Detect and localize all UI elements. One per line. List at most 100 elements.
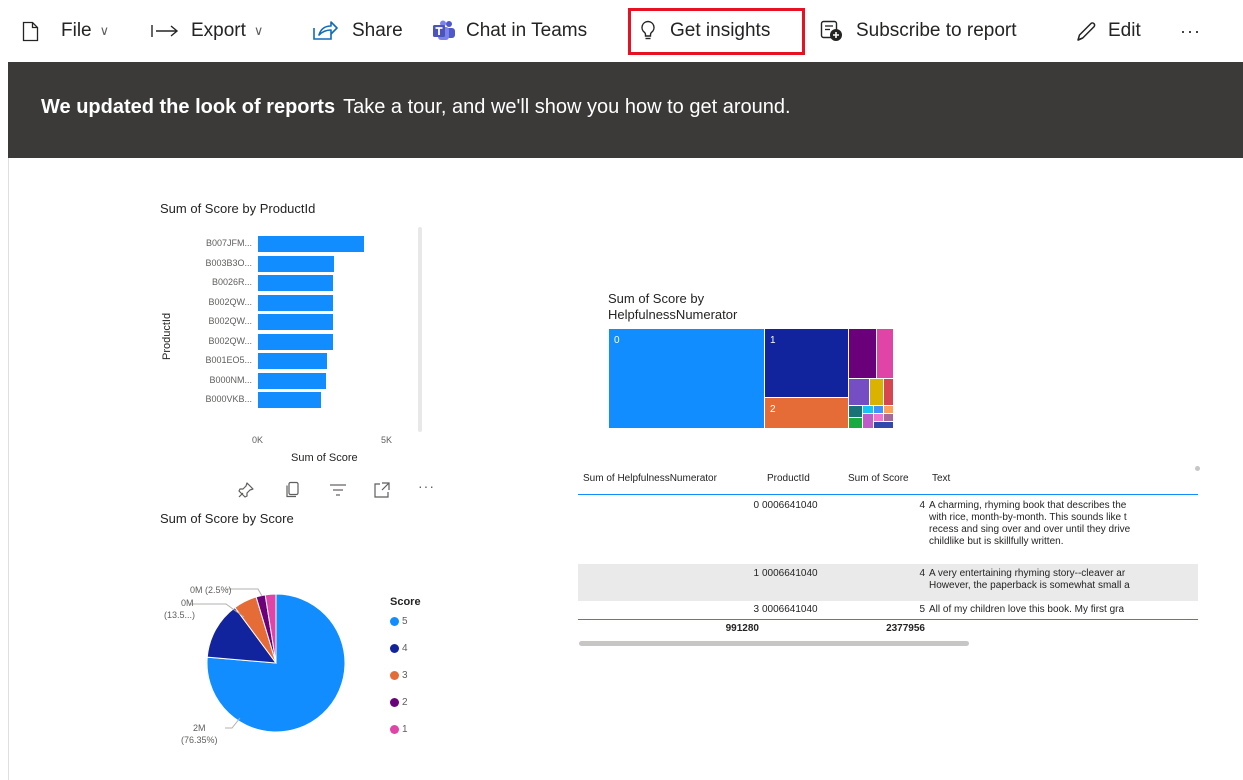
treemap-cell[interactable]	[884, 406, 893, 413]
more-options-button[interactable]: ···	[1180, 14, 1201, 48]
bar-category-label: B002QW...	[208, 296, 252, 307]
bar-chart-title: Sum of Score by ProductId	[160, 201, 316, 216]
pie-slice[interactable]	[264, 593, 277, 664]
legend-item[interactable]: 4	[390, 643, 408, 654]
share-label: Share	[352, 20, 403, 41]
table-row[interactable]: 1 0006641040 4 A very entertaining rhymi…	[578, 564, 1198, 601]
chat-in-teams-button[interactable]: Chat in Teams	[432, 14, 587, 48]
table-header-text[interactable]: Text	[932, 473, 950, 484]
table-header-productid[interactable]: ProductId	[767, 473, 810, 484]
subscribe-button[interactable]: Subscribe to report	[820, 14, 1017, 48]
bar[interactable]	[258, 294, 333, 311]
chevron-down-icon: ∨	[253, 23, 264, 38]
legend-label: 5	[402, 616, 408, 627]
total-score: 2377956	[886, 623, 925, 634]
bar[interactable]	[258, 353, 327, 369]
edit-label: Edit	[1108, 20, 1141, 41]
cell-text: All of my children love this book. My fi…	[929, 604, 1198, 616]
treemap-cell[interactable]	[874, 422, 893, 428]
bar[interactable]	[258, 275, 333, 291]
banner-message: We updated the look of reports Take a tou…	[41, 96, 791, 119]
pie-slice[interactable]	[206, 606, 278, 664]
filter-icon[interactable]	[329, 481, 347, 504]
pie-label: (13.5...)	[164, 610, 196, 620]
chevron-down-icon: ∨	[99, 23, 110, 38]
subscribe-label: Subscribe to report	[856, 20, 1017, 41]
bar-category-label: B000NM...	[209, 374, 252, 385]
treemap-cell[interactable]	[849, 418, 862, 428]
focus-mode-icon[interactable]	[373, 481, 391, 504]
treemap-cell[interactable]	[849, 406, 862, 417]
table-row[interactable]: 3 0006641040 5 All of my children love t…	[578, 601, 1198, 619]
cell-helpfulness: 3	[753, 604, 759, 615]
file-menu[interactable]: File ∨	[22, 14, 109, 48]
table-row[interactable]: 0 0006641040 4 A charming, rhyming book …	[578, 496, 1198, 564]
pie-slice[interactable]	[206, 593, 346, 733]
bar[interactable]	[258, 333, 333, 350]
bar-category-label: B000VKB...	[205, 394, 252, 404]
totals-divider	[578, 619, 1198, 620]
legend-item[interactable]: 2	[390, 697, 408, 708]
share-icon	[312, 21, 338, 41]
legend-item[interactable]: 3	[390, 670, 408, 681]
bar[interactable]	[258, 372, 326, 389]
bar[interactable]	[258, 392, 321, 408]
treemap-cell[interactable]: 0	[609, 329, 764, 428]
legend-label: 2	[402, 697, 408, 708]
export-menu[interactable]: Export ∨	[150, 14, 263, 48]
treemap-cell[interactable]: 2	[765, 398, 848, 428]
visual-more-icon[interactable]: ···	[418, 478, 435, 494]
cell-helpfulness: 1	[753, 568, 759, 579]
bar-category-label: B0026R...	[211, 277, 252, 287]
pie-slice[interactable]	[255, 594, 277, 664]
treemap-cell[interactable]	[877, 329, 893, 378]
edit-button[interactable]: Edit	[1074, 14, 1141, 48]
legend-swatch	[390, 617, 399, 626]
treemap-cell[interactable]	[884, 379, 893, 405]
tour-banner[interactable]: We updated the look of reports Take a tou…	[8, 62, 1243, 158]
treemap-cell[interactable]	[863, 414, 873, 428]
treemap-title-line: Sum of Score by	[608, 291, 705, 306]
treemap-cell[interactable]	[884, 414, 893, 421]
pie-slice[interactable]	[234, 596, 277, 664]
copy-icon[interactable]	[285, 481, 301, 504]
x-tick: 5K	[381, 435, 393, 445]
share-button[interactable]: Share	[312, 14, 403, 48]
treemap-label: 0	[614, 335, 620, 346]
treemap-cell[interactable]	[849, 379, 869, 405]
cell-score: 5	[919, 604, 925, 615]
canvas-border	[8, 158, 9, 780]
pencil-icon	[1074, 20, 1098, 42]
banner-text: Take a tour, and we'll show you how to g…	[343, 96, 791, 118]
treemap-title: Sum of Score by HelpfulnessNumerator	[608, 291, 737, 323]
table-header-score[interactable]: Sum of Score	[848, 473, 909, 484]
treemap-cell[interactable]	[863, 406, 873, 413]
legend-swatch	[390, 698, 399, 707]
bar[interactable]	[258, 236, 364, 252]
report-toolbar: File ∨ Export ∨ Share Chat in Teams Get …	[0, 0, 1243, 62]
treemap-cell[interactable]	[874, 414, 883, 421]
pie-legend-title: Score	[390, 596, 421, 608]
treemap-cell[interactable]	[849, 329, 876, 378]
legend-item[interactable]: 5	[390, 616, 408, 627]
pie-leader-line	[225, 717, 241, 729]
text-line: recess and sing over and over until they…	[929, 524, 1131, 535]
bar[interactable]	[258, 314, 333, 330]
table-horizontal-scrollbar[interactable]	[579, 641, 969, 646]
treemap-cell[interactable]	[874, 406, 883, 413]
x-tick: 0K	[252, 435, 264, 445]
treemap-cell[interactable]: 1	[765, 329, 848, 397]
bar-category-label: B007JFM...	[205, 238, 252, 248]
cell-productid: 0006641040	[762, 568, 818, 579]
treemap-cell[interactable]	[870, 379, 883, 405]
table-header-helpfulness[interactable]: Sum of HelpfulnessNumerator	[583, 473, 717, 484]
cell-text: A very entertaining rhyming story--cleav…	[929, 568, 1198, 592]
export-label: Export	[191, 20, 246, 41]
bar-category-label: B002QW...	[208, 316, 252, 326]
text-line: A very entertaining rhyming story--cleav…	[929, 568, 1126, 579]
header-divider	[578, 494, 1198, 495]
bar[interactable]	[258, 255, 334, 272]
pin-icon[interactable]	[237, 481, 255, 504]
bar-chart-scrollbar[interactable]	[418, 227, 422, 432]
legend-item[interactable]: 1	[390, 724, 408, 735]
